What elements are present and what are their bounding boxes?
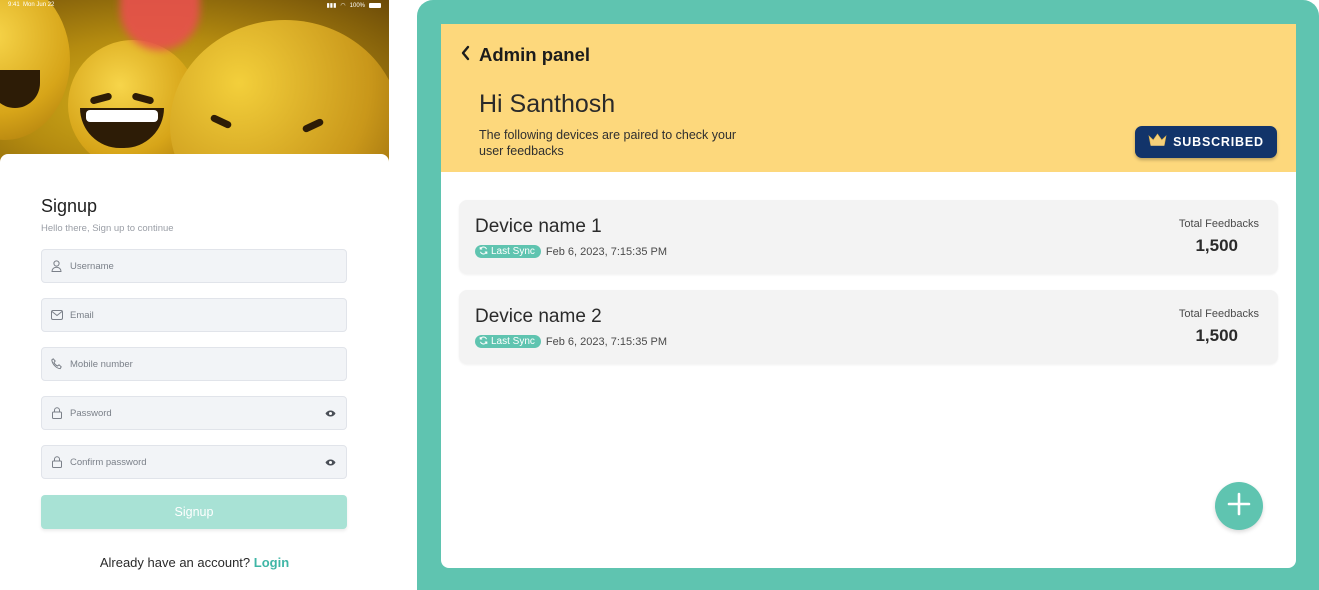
wifi-icon: ◠ — [340, 3, 346, 9]
subscribed-badge[interactable]: SUBSCRIBED — [1135, 126, 1277, 158]
back-chevron-icon[interactable] — [460, 45, 470, 61]
mail-icon — [50, 309, 63, 322]
battery-percent: 100% — [349, 2, 365, 9]
info-text: The following devices are paired to chec… — [479, 128, 737, 158]
sync-row: Last Sync Feb 6, 2023, 7:15:35 PM — [475, 335, 667, 348]
device-name: Device name 2 — [475, 306, 602, 327]
eye-icon[interactable] — [324, 407, 336, 419]
sync-icon — [479, 336, 488, 348]
signup-screen: 9:41 Mon Jun 22 ▮▮▮ ◠ 100% Signup Hello … — [0, 0, 389, 590]
email-field[interactable]: Email — [41, 298, 347, 332]
password-placeholder: Password — [70, 407, 112, 419]
sync-icon — [479, 246, 488, 258]
phone-icon — [50, 358, 63, 371]
battery-icon — [369, 3, 381, 8]
hero-emoji-image — [0, 0, 389, 170]
crown-icon — [1148, 133, 1167, 151]
email-placeholder: Email — [70, 309, 94, 321]
page-title: Signup — [41, 196, 98, 216]
page-title: Admin panel — [479, 44, 591, 65]
tablet-frame: Admin panel Hi Santhosh The following de… — [417, 0, 1319, 590]
sync-row: Last Sync Feb 6, 2023, 7:15:35 PM — [475, 245, 667, 258]
mobile-number-placeholder: Mobile number — [70, 358, 133, 370]
login-link[interactable]: Login — [254, 555, 289, 570]
signup-card: Signup Hello there, Sign up to continue … — [0, 154, 389, 590]
feedback-label: Total Feedbacks — [1178, 218, 1259, 230]
device-name: Device name 1 — [475, 216, 602, 237]
sync-date: Feb 6, 2023, 7:15:35 PM — [545, 335, 668, 348]
mobile-number-field[interactable]: Mobile number — [41, 347, 347, 381]
plus-icon — [1227, 492, 1251, 521]
signup-button[interactable]: Signup — [41, 495, 347, 529]
add-device-button[interactable] — [1215, 482, 1263, 530]
username-field[interactable]: Username — [41, 249, 347, 283]
admin-panel-screen: Admin panel Hi Santhosh The following de… — [441, 24, 1296, 568]
page-subtitle: Hello there, Sign up to continue — [41, 223, 174, 234]
login-prompt-text: Already have an account? — [99, 555, 251, 570]
sync-date: Feb 6, 2023, 7:15:35 PM — [545, 245, 668, 258]
user-icon — [50, 260, 63, 273]
signal-icon: ▮▮▮ — [326, 3, 337, 9]
lock-icon — [50, 407, 63, 420]
feedback-label: Total Feedbacks — [1178, 308, 1259, 320]
eye-icon[interactable] — [324, 456, 336, 468]
confirm-password-field[interactable]: Confirm password — [41, 445, 347, 479]
confirm-password-placeholder: Confirm password — [70, 456, 147, 468]
login-prompt: Already have an account? Login — [0, 555, 389, 570]
last-sync-badge: Last Sync — [475, 245, 541, 258]
feedback-count: 1,500 — [1195, 236, 1238, 255]
device-card[interactable]: Device name 1 Last Sync Feb 6, 2023, 7:1… — [459, 200, 1278, 274]
emoji-face-right — [170, 20, 389, 170]
last-sync-badge: Last Sync — [475, 335, 541, 348]
sync-label: Last Sync — [491, 246, 535, 257]
admin-header: Admin panel Hi Santhosh The following de… — [441, 24, 1296, 172]
device-card[interactable]: Device name 2 Last Sync Feb 6, 2023, 7:1… — [459, 290, 1278, 364]
status-bar: 9:41 Mon Jun 22 ▮▮▮ ◠ 100% — [0, 0, 389, 12]
feedback-count: 1,500 — [1195, 326, 1238, 345]
sync-label: Last Sync — [491, 336, 535, 347]
subscribed-label: SUBSCRIBED — [1173, 135, 1264, 149]
greeting-heading: Hi Santhosh — [479, 90, 616, 118]
password-field[interactable]: Password — [41, 396, 347, 430]
username-placeholder: Username — [70, 260, 114, 272]
lock-icon — [50, 456, 63, 469]
status-indicators: ▮▮▮ ◠ 100% — [326, 2, 381, 9]
status-time: 9:41 Mon Jun 22 — [8, 2, 55, 8]
